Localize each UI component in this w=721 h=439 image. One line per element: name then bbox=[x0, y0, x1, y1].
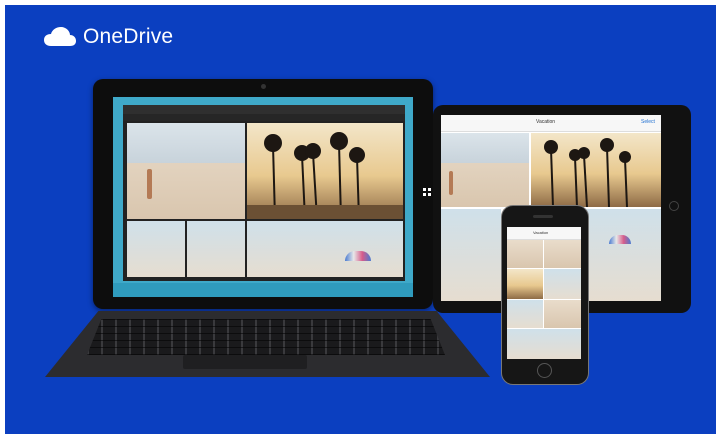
brand-name: OneDrive bbox=[83, 25, 174, 48]
ipad-header: Vacation Select bbox=[441, 115, 661, 132]
iphone-photo-1[interactable] bbox=[507, 240, 543, 268]
app-toolbar bbox=[123, 105, 405, 114]
ipad-photo-palm-trees[interactable] bbox=[531, 133, 661, 208]
iphone-photo-2[interactable] bbox=[544, 240, 581, 268]
iphone-home-button[interactable] bbox=[537, 363, 552, 378]
iphone-photo-7[interactable] bbox=[507, 329, 581, 359]
photo-umbrella[interactable] bbox=[247, 221, 403, 277]
keyboard-keys bbox=[87, 319, 445, 355]
palm-trees-graphic bbox=[247, 132, 403, 220]
ipad-home-button[interactable] bbox=[669, 201, 679, 211]
windows-logo-icon[interactable] bbox=[423, 188, 431, 196]
ipad-photo-beach-runner[interactable] bbox=[441, 133, 529, 207]
ipad-select-button[interactable]: Select bbox=[641, 119, 655, 125]
iphone-header-title: Vacation bbox=[533, 230, 549, 235]
person-figure bbox=[147, 169, 152, 199]
windows-taskbar bbox=[113, 283, 413, 297]
iphone-screen: Vacation bbox=[507, 227, 581, 359]
ipad-palm-trees-graphic bbox=[544, 138, 631, 208]
photo-shore-1[interactable] bbox=[127, 221, 185, 277]
ipad-header-title: Vacation bbox=[536, 119, 556, 125]
umbrella-graphic bbox=[345, 251, 371, 261]
iphone-photo-6[interactable] bbox=[544, 300, 581, 328]
photo-palm-trees[interactable] bbox=[247, 123, 403, 220]
photo-beach-runner[interactable] bbox=[127, 123, 245, 219]
tablet-camera bbox=[261, 84, 266, 89]
hero-banner: OneDrive Vacation Select Vacation bbox=[5, 5, 716, 434]
iphone-photo-4[interactable] bbox=[544, 269, 581, 299]
photo-shore-2[interactable] bbox=[187, 221, 245, 277]
tablet-screen bbox=[113, 97, 413, 297]
app-subheader bbox=[123, 114, 405, 121]
iphone-photo-5[interactable] bbox=[507, 300, 543, 328]
photo-sky bbox=[127, 123, 245, 163]
cloud-icon bbox=[44, 27, 76, 46]
iphone-header: Vacation bbox=[507, 227, 581, 240]
ipad-photo-sky bbox=[441, 133, 529, 163]
iphone-photo-3[interactable] bbox=[507, 269, 543, 299]
iphone-speaker bbox=[533, 215, 553, 218]
ipad-umbrella-graphic bbox=[609, 235, 631, 244]
ipad-photo-shore[interactable] bbox=[441, 209, 501, 301]
touchpad bbox=[183, 355, 307, 369]
ipad-person-figure bbox=[449, 171, 453, 195]
onedrive-logo: OneDrive bbox=[43, 25, 173, 49]
onedrive-app-window bbox=[123, 105, 405, 281]
